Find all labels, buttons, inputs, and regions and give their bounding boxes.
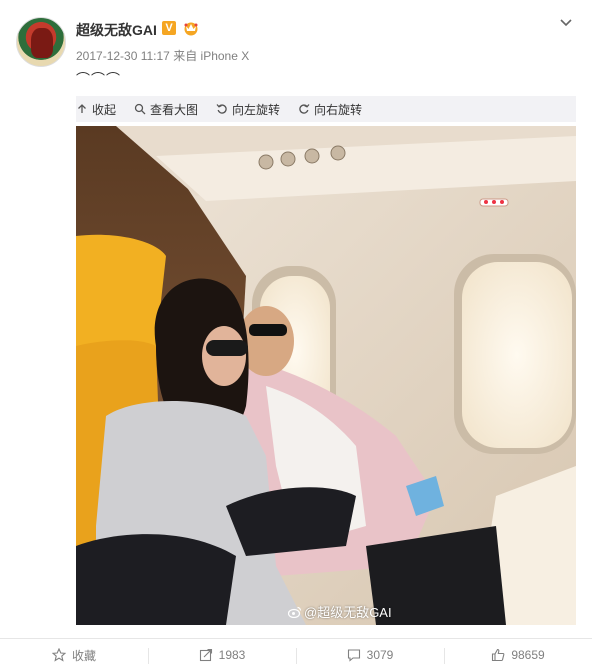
rotate-left-label: 向左旋转 xyxy=(232,102,281,117)
comment-icon xyxy=(347,649,360,662)
like-button[interactable]: 98659 xyxy=(444,639,592,671)
rotate-right-button[interactable]: 向右旋转 xyxy=(298,101,362,118)
image-toolbar: 收起 查看大图 向左旋转 向右旋转 xyxy=(76,96,576,122)
repost-count: 1983 xyxy=(218,648,246,662)
repost-button[interactable]: 1983 xyxy=(148,639,296,671)
magnifier-icon xyxy=(134,103,146,115)
view-large-label: 查看大图 xyxy=(150,102,199,117)
vip-crown-icon xyxy=(184,22,198,36)
comment-button[interactable]: 3079 xyxy=(296,639,444,671)
watermark-text: @超级无敌GAI xyxy=(304,605,392,620)
verified-badge: V xyxy=(162,21,176,35)
username[interactable]: 超级无敌GAI xyxy=(76,20,157,40)
action-bar: 收藏 1983 3079 98659 xyxy=(0,638,592,671)
collapse-button[interactable]: 收起 xyxy=(76,101,116,118)
weibo-post-card: 超级无敌GAI V 2017-12-30 11:17 来自 iPhone X ⌒… xyxy=(0,0,592,671)
thumbs-up-icon xyxy=(492,648,505,662)
like-count: 98659 xyxy=(511,648,545,662)
collapse-label: 收起 xyxy=(92,102,117,117)
post-photo[interactable] xyxy=(76,126,576,625)
rotate-left-icon xyxy=(216,104,227,114)
arrow-up-icon xyxy=(78,104,86,113)
share-arrow-icon xyxy=(199,648,212,662)
favorite-button[interactable]: 收藏 xyxy=(0,639,148,671)
post-source: 来自 iPhone X xyxy=(173,49,250,63)
chevron-down-icon[interactable] xyxy=(558,14,574,30)
view-large-button[interactable]: 查看大图 xyxy=(134,101,198,118)
avatar[interactable] xyxy=(16,17,66,67)
rotate-left-button[interactable]: 向左旋转 xyxy=(216,101,280,118)
photo-watermark: @超级无敌GAI xyxy=(288,602,392,621)
comment-count: 3079 xyxy=(366,648,394,662)
star-icon xyxy=(51,648,66,662)
favorite-label: 收藏 xyxy=(71,648,96,663)
rotate-right-icon xyxy=(299,104,310,114)
post-meta: 2017-12-30 11:17 来自 iPhone X xyxy=(76,47,249,64)
weibo-logo-icon xyxy=(288,606,302,618)
rotate-right-label: 向右旋转 xyxy=(314,102,363,117)
post-text: ⌒⌒⌒ xyxy=(76,71,121,87)
post-timestamp[interactable]: 2017-12-30 11:17 xyxy=(76,49,170,63)
